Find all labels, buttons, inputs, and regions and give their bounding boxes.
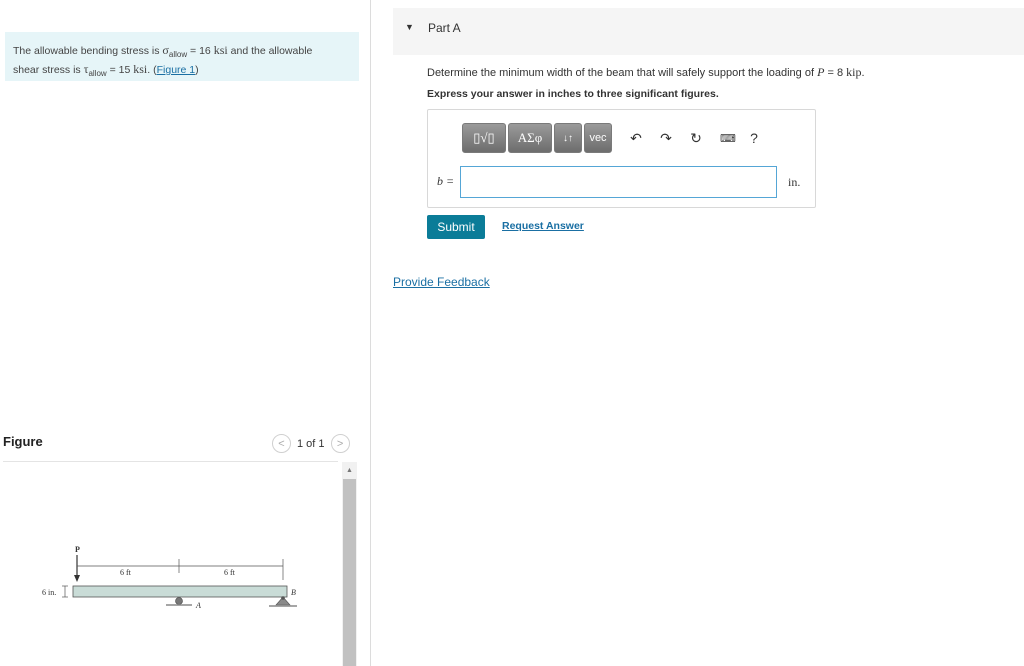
part-title: Part A	[428, 21, 461, 35]
left-panel: The allowable bending stress is σallow =…	[0, 0, 371, 666]
tau-subscript: allow	[88, 69, 107, 78]
problem-text: = 16	[187, 45, 214, 57]
problem-statement: The allowable bending stress is σallow =…	[5, 32, 359, 81]
problem-text: = 15	[106, 64, 134, 76]
load-arrow-head	[74, 575, 80, 582]
answer-unit: in.	[788, 175, 801, 189]
chevron-right-icon: >	[336, 437, 344, 450]
math-toolbar: ▯√▯ ΑΣφ ↓↑ vec ↶ ↷ ↻ ⌨ ?	[462, 123, 762, 153]
beam	[72, 585, 288, 598]
part-a-header[interactable]: ▼ Part A	[393, 8, 1024, 55]
problem-text: and the allowable	[227, 45, 313, 57]
figure-link[interactable]: Figure 1	[157, 64, 196, 76]
redo-icon[interactable]: ↷	[658, 130, 674, 147]
figure-prev-button[interactable]: <	[272, 434, 291, 453]
vec-icon: vec	[589, 132, 607, 144]
answer-instruction: Express your answer in inches to three s…	[427, 88, 719, 100]
figure-next-button[interactable]: >	[330, 434, 350, 453]
load-unit: kip	[846, 65, 862, 79]
question-text: Determine the minimum width of the beam …	[427, 65, 865, 80]
roller-support-a	[175, 597, 183, 605]
support-b-label: B	[291, 588, 296, 597]
answer-input[interactable]	[460, 166, 777, 198]
scroll-up-arrow-icon[interactable]: ▲	[342, 462, 357, 479]
sigma-subscript: allow	[168, 50, 188, 59]
undo-icon[interactable]: ↶	[628, 130, 644, 147]
bending-unit: ksi	[213, 43, 228, 57]
chevron-left-icon: <	[278, 437, 285, 450]
submit-button[interactable]: Submit	[427, 215, 485, 239]
beam-figure: P 6 ft 6 ft 6 in. A B	[42, 545, 297, 610]
figure-pager: < 1 of 1 >	[272, 434, 350, 453]
answer-variable-label: b =	[437, 174, 455, 188]
keyboard-icon[interactable]: ⌨	[718, 132, 738, 145]
question-part: Determine the minimum width of the beam …	[427, 67, 818, 79]
greek-icon: ΑΣφ	[517, 130, 543, 145]
scroll-thumb[interactable]	[343, 479, 356, 666]
reset-icon[interactable]: ↻	[688, 130, 704, 147]
depth-label: 6 in.	[42, 588, 56, 597]
provide-feedback-link[interactable]: Provide Feedback	[393, 275, 490, 289]
arrows-button[interactable]: ↓↑	[554, 123, 582, 153]
collapse-triangle-icon[interactable]: ▼	[405, 22, 414, 32]
figure-divider	[3, 461, 338, 462]
templates-icon: ▯√▯	[473, 130, 495, 145]
dimension-label-left: 6 ft	[120, 568, 132, 577]
problem-text: . (	[147, 64, 157, 76]
help-icon[interactable]: ?	[746, 130, 762, 146]
problem-text: shear stress is	[13, 64, 84, 76]
load-label: P	[75, 545, 80, 554]
arrows-icon: ↓↑	[563, 132, 573, 144]
pin-b	[281, 596, 285, 600]
figure-scrollbar[interactable]: ▲	[342, 462, 357, 666]
request-answer-link[interactable]: Request Answer	[502, 220, 584, 232]
question-part: = 8	[824, 67, 847, 79]
support-a-label: A	[195, 601, 201, 610]
figure-title: Figure	[3, 434, 43, 449]
answer-box: ▯√▯ ΑΣφ ↓↑ vec ↶ ↷ ↻ ⌨ ? b = in.	[427, 109, 816, 208]
problem-text: )	[195, 64, 199, 76]
problem-text: The allowable bending stress is	[13, 45, 163, 57]
greek-button[interactable]: ΑΣφ	[508, 123, 552, 153]
question-part: .	[861, 67, 865, 79]
dimension-label-right: 6 ft	[224, 568, 236, 577]
figure-page-indicator: 1 of 1	[297, 437, 325, 450]
vector-button[interactable]: vec	[584, 123, 612, 153]
templates-button[interactable]: ▯√▯	[462, 123, 506, 153]
shear-unit: ksi	[133, 62, 148, 76]
